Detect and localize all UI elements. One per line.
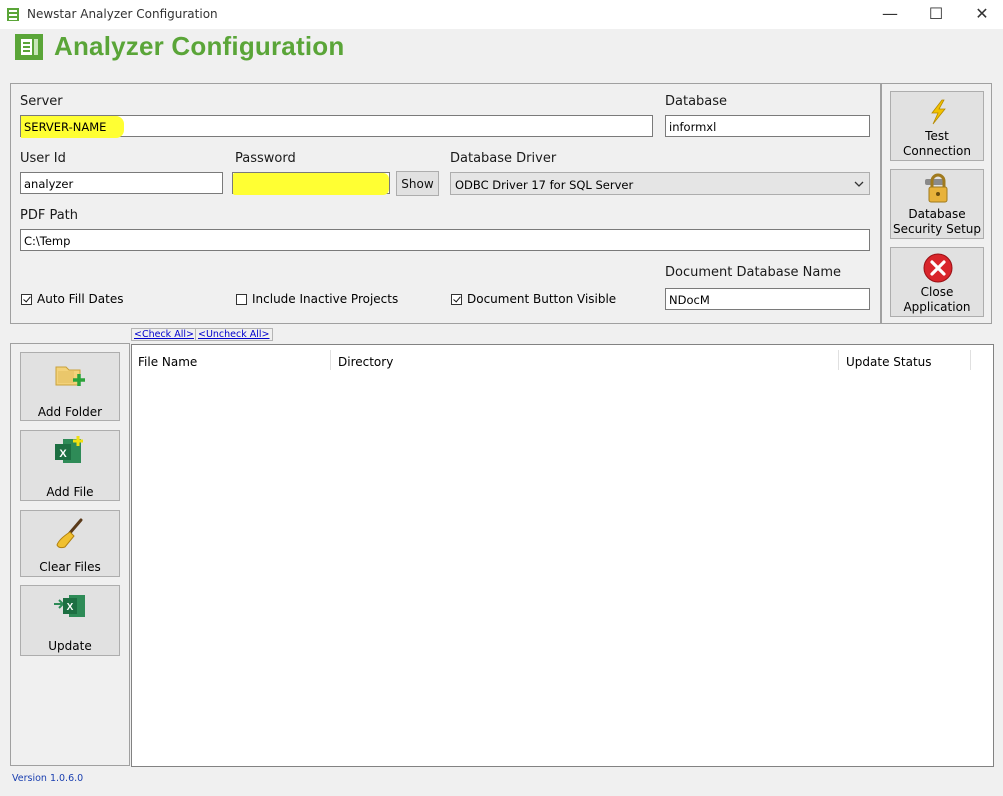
page-title: Analyzer Configuration [54,31,345,61]
add-file-button[interactable]: X Add File [20,430,120,501]
add-folder-label: Add Folder [37,405,103,419]
password-input[interactable] [232,172,390,195]
svg-text:X: X [59,448,67,460]
maximize-icon: ☐ [928,4,944,23]
close-red-x-icon [923,253,953,283]
update-label: Update [48,639,92,653]
close-application-button[interactable]: Close Application [890,247,984,317]
update-button[interactable]: X Update [20,585,120,656]
security-line2: Security Setup [892,222,982,236]
svg-text:X: X [67,602,74,613]
auto-fill-dates-checkbox[interactable]: Auto Fill Dates [21,292,123,306]
close-window-button[interactable]: ✕ [959,0,1003,29]
document-button-check-icon [451,294,462,305]
driver-label: Database Driver [450,151,557,166]
include-inactive-checkbox[interactable]: Include Inactive Projects [236,292,398,306]
server-label: Server [20,94,63,109]
broom-icon [56,518,83,549]
include-inactive-check-icon [236,294,247,305]
padlock-icon [925,173,948,203]
document-db-input[interactable]: NDocM [665,288,870,310]
app-icon [7,8,19,21]
excel-update-icon: X [54,595,85,617]
security-line1: Database [908,207,966,221]
driver-value: ODBC Driver 17 for SQL Server [455,178,634,192]
test-line1: Test [925,129,949,143]
clear-files-button[interactable]: Clear Files [20,510,120,577]
title-bar: Newstar Analyzer Configuration — ☐ ✕ [0,0,1003,29]
database-label: Database [665,94,728,109]
minimize-button[interactable]: — [867,0,913,29]
document-button-visible-checkbox[interactable]: Document Button Visible [451,292,616,306]
column-header-directory[interactable]: Directory [332,350,839,370]
document-button-visible-label: Document Button Visible [467,292,617,306]
chevron-down-icon [854,181,864,187]
password-highlight [233,173,389,195]
column-header-file-name[interactable]: File Name [132,350,331,370]
check-all-link[interactable]: <Check All> [131,328,197,341]
maximize-button[interactable]: ☐ [913,0,959,29]
show-password-button[interactable]: Show [396,171,439,196]
close-icon: ✕ [975,4,989,23]
app-logo-icon [15,34,43,60]
add-folder-icon [55,366,85,386]
pdf-path-label: PDF Path [20,208,79,223]
close-line2: Application [903,300,971,314]
close-line1: Close [920,285,954,299]
uncheck-all-link[interactable]: <Uncheck All> [195,328,273,341]
test-line2: Connection [903,144,971,158]
minimize-icon: — [882,4,898,23]
test-connection-button[interactable]: Test Connection [890,91,984,161]
driver-select[interactable]: ODBC Driver 17 for SQL Server [450,172,870,195]
database-security-setup-button[interactable]: Database Security Setup [890,169,984,239]
auto-fill-check-icon [21,294,32,305]
column-header-update-status[interactable]: Update Status [840,350,971,370]
userid-input[interactable]: analyzer [20,172,223,194]
add-file-label: Add File [46,485,94,499]
clear-files-label: Clear Files [39,560,101,574]
server-input[interactable]: SERVER-NAME [20,115,653,138]
file-list-table[interactable] [131,344,994,767]
database-input[interactable]: informxl [665,115,870,137]
version-label: Version 1.0.6.0 [12,773,84,784]
document-db-label: Document Database Name [665,265,841,280]
server-value: SERVER-NAME [24,120,107,134]
userid-label: User Id [20,151,66,166]
excel-add-icon: X [55,436,83,463]
lightning-icon [931,99,946,125]
include-inactive-label: Include Inactive Projects [252,292,399,306]
pdf-path-input[interactable]: C:\Temp [20,229,870,251]
password-label: Password [235,151,296,166]
add-folder-button[interactable]: Add Folder [20,352,120,421]
auto-fill-dates-label: Auto Fill Dates [37,292,124,306]
window-title: Newstar Analyzer Configuration [27,7,218,21]
